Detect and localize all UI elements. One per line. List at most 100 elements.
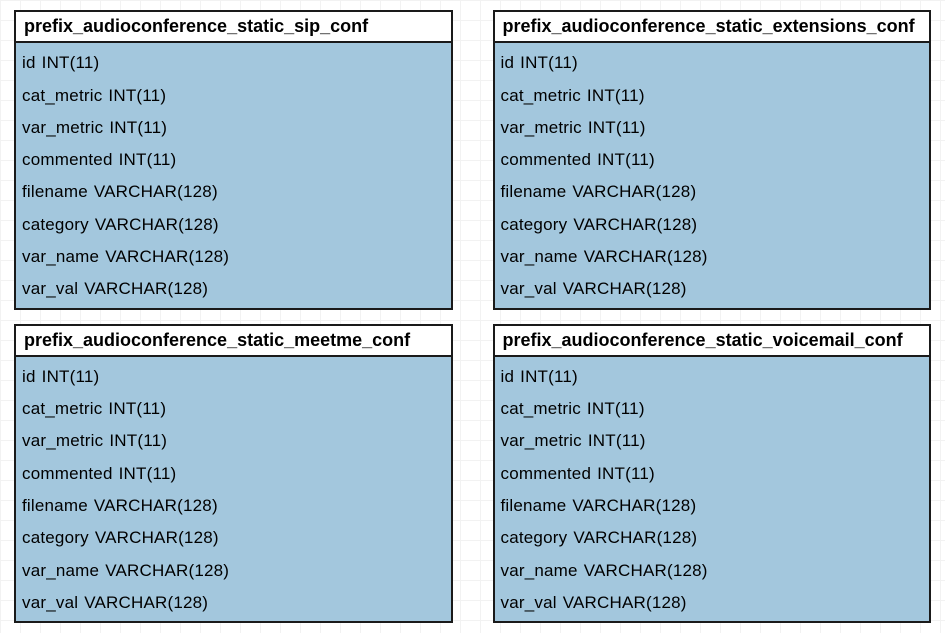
column-name: filename (22, 183, 88, 201)
column-row: cat_metric INT(11) (501, 398, 924, 420)
column-type: INT(11) (588, 432, 646, 450)
table-columns: id INT(11) cat_metric INT(11) var_metric… (495, 357, 930, 622)
table-title: prefix_audioconference_static_meetme_con… (16, 326, 451, 357)
tables-grid: prefix_audioconference_static_sip_conf i… (14, 10, 931, 623)
column-row: commented INT(11) (501, 149, 924, 171)
column-row: commented INT(11) (22, 463, 445, 485)
column-row: cat_metric INT(11) (22, 398, 445, 420)
table-meetme-conf: prefix_audioconference_static_meetme_con… (14, 324, 453, 624)
column-type: VARCHAR(128) (563, 280, 687, 298)
column-type: VARCHAR(128) (84, 594, 208, 612)
column-row: var_name VARCHAR(128) (501, 246, 924, 268)
column-row: var_name VARCHAR(128) (22, 246, 445, 268)
column-row: filename VARCHAR(128) (22, 495, 445, 517)
column-name: var_val (501, 280, 557, 298)
table-columns: id INT(11) cat_metric INT(11) var_metric… (495, 43, 930, 308)
column-name: id (501, 368, 515, 386)
column-type: INT(11) (109, 432, 167, 450)
column-name: var_name (22, 248, 99, 266)
column-type: VARCHAR(128) (105, 248, 229, 266)
column-name: cat_metric (22, 87, 102, 105)
column-row: id INT(11) (501, 52, 924, 74)
column-row: var_name VARCHAR(128) (22, 560, 445, 582)
column-type: VARCHAR(128) (105, 562, 229, 580)
column-type: VARCHAR(128) (572, 497, 696, 515)
column-type: INT(11) (119, 465, 177, 483)
column-name: var_val (22, 594, 78, 612)
column-name: filename (501, 183, 567, 201)
column-row: cat_metric INT(11) (501, 85, 924, 107)
column-row: cat_metric INT(11) (22, 85, 445, 107)
column-name: category (22, 529, 89, 547)
column-type: INT(11) (108, 87, 166, 105)
column-name: category (501, 216, 568, 234)
column-type: INT(11) (108, 400, 166, 418)
column-name: id (501, 54, 515, 72)
column-name: commented (501, 465, 592, 483)
table-sip-conf: prefix_audioconference_static_sip_conf i… (14, 10, 453, 310)
column-type: VARCHAR(128) (95, 529, 219, 547)
column-name: category (22, 216, 89, 234)
column-name: id (22, 54, 36, 72)
column-name: var_name (22, 562, 99, 580)
column-row: var_metric INT(11) (501, 117, 924, 139)
column-row: filename VARCHAR(128) (501, 495, 924, 517)
column-name: cat_metric (501, 400, 581, 418)
column-name: var_metric (501, 432, 582, 450)
column-name: var_metric (22, 432, 103, 450)
column-type: INT(11) (520, 368, 578, 386)
table-columns: id INT(11) cat_metric INT(11) var_metric… (16, 43, 451, 308)
table-title: prefix_audioconference_static_sip_conf (16, 12, 451, 43)
column-row: commented INT(11) (501, 463, 924, 485)
column-row: var_metric INT(11) (22, 430, 445, 452)
column-type: INT(11) (42, 368, 100, 386)
column-name: filename (501, 497, 567, 515)
column-row: var_val VARCHAR(128) (22, 278, 445, 300)
column-name: commented (501, 151, 592, 169)
column-row: var_metric INT(11) (501, 430, 924, 452)
column-type: INT(11) (109, 119, 167, 137)
column-name: cat_metric (501, 87, 581, 105)
column-name: category (501, 529, 568, 547)
column-row: category VARCHAR(128) (501, 214, 924, 236)
column-row: id INT(11) (22, 52, 445, 74)
column-type: VARCHAR(128) (84, 280, 208, 298)
column-name: cat_metric (22, 400, 102, 418)
table-title: prefix_audioconference_static_voicemail_… (495, 326, 930, 357)
column-type: VARCHAR(128) (584, 562, 708, 580)
column-name: var_metric (22, 119, 103, 137)
column-name: commented (22, 465, 113, 483)
column-row: commented INT(11) (22, 149, 445, 171)
column-type: VARCHAR(128) (563, 594, 687, 612)
column-type: VARCHAR(128) (572, 183, 696, 201)
column-row: var_val VARCHAR(128) (501, 592, 924, 614)
column-type: INT(11) (597, 465, 655, 483)
column-type: VARCHAR(128) (584, 248, 708, 266)
column-row: var_name VARCHAR(128) (501, 560, 924, 582)
column-type: VARCHAR(128) (95, 216, 219, 234)
column-row: id INT(11) (501, 366, 924, 388)
column-row: var_val VARCHAR(128) (501, 278, 924, 300)
column-row: filename VARCHAR(128) (22, 181, 445, 203)
column-type: INT(11) (587, 400, 645, 418)
column-type: VARCHAR(128) (94, 183, 218, 201)
column-type: VARCHAR(128) (573, 216, 697, 234)
column-name: var_name (501, 562, 578, 580)
column-row: var_metric INT(11) (22, 117, 445, 139)
column-row: category VARCHAR(128) (501, 527, 924, 549)
column-name: var_metric (501, 119, 582, 137)
table-extensions-conf: prefix_audioconference_static_extensions… (493, 10, 932, 310)
column-row: var_val VARCHAR(128) (22, 592, 445, 614)
column-type: INT(11) (520, 54, 578, 72)
column-name: var_name (501, 248, 578, 266)
table-title: prefix_audioconference_static_extensions… (495, 12, 930, 43)
column-row: id INT(11) (22, 366, 445, 388)
column-type: INT(11) (597, 151, 655, 169)
table-voicemail-conf: prefix_audioconference_static_voicemail_… (493, 324, 932, 624)
column-row: category VARCHAR(128) (22, 214, 445, 236)
column-row: category VARCHAR(128) (22, 527, 445, 549)
column-row: filename VARCHAR(128) (501, 181, 924, 203)
column-type: INT(11) (588, 119, 646, 137)
column-type: VARCHAR(128) (94, 497, 218, 515)
column-type: INT(11) (119, 151, 177, 169)
